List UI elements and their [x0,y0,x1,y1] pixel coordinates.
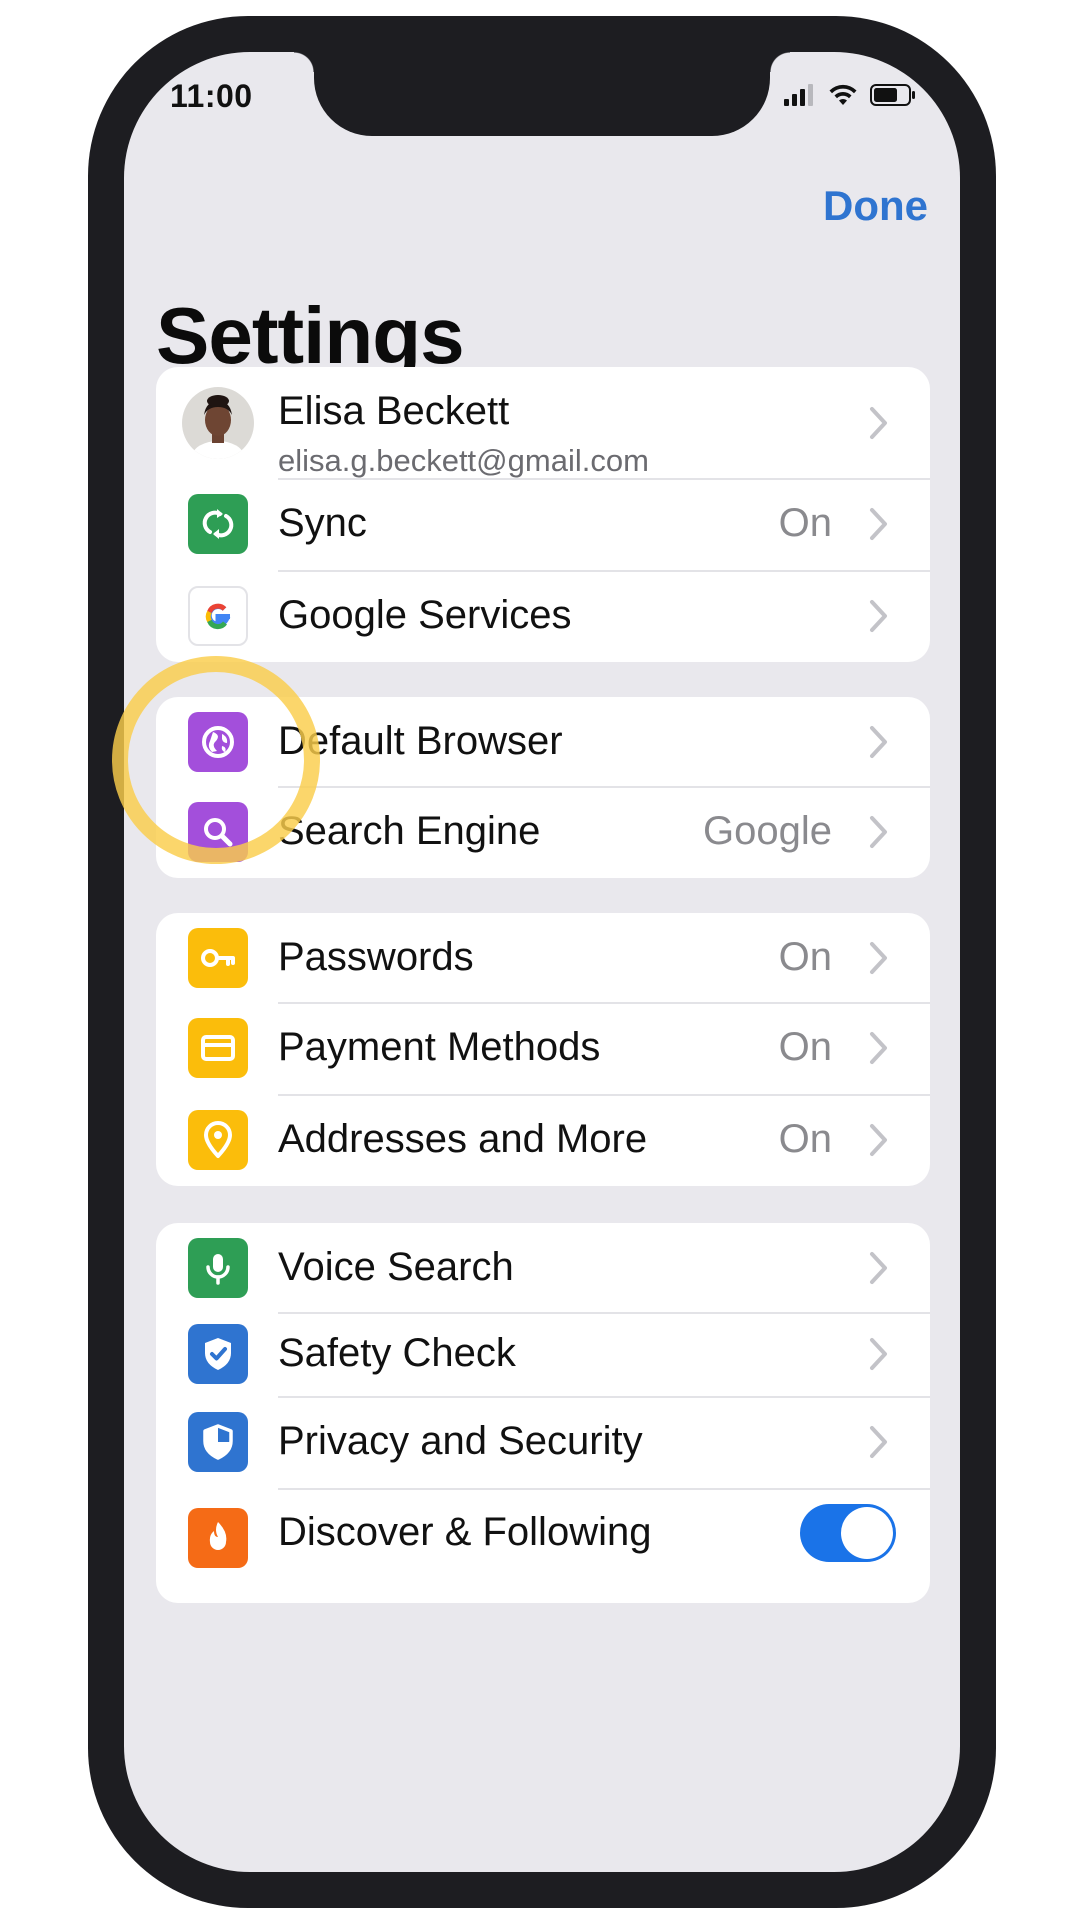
sync-value: On [778,501,832,545]
account-group: Elisa Beckett elisa.g.beckett@gmail.com … [156,367,930,662]
chevron-right-icon [870,1426,887,1458]
credit-card-icon [188,1018,248,1078]
chevron-right-icon [870,1032,887,1064]
chevron-right-icon [870,1338,887,1370]
safety-check-row[interactable]: Safety Check [156,1312,930,1396]
notch [294,52,790,136]
passwords-row[interactable]: Passwords On [156,913,930,1002]
discover-toggle[interactable] [800,1504,896,1562]
chevron-right-icon [870,1124,887,1156]
google-services-row[interactable]: Google Services [156,570,930,662]
discover-row[interactable]: Discover & Following [156,1488,930,1580]
toggle-knob [841,1507,893,1559]
payment-methods-label: Payment Methods [278,1025,601,1069]
chevron-right-icon [870,726,887,758]
addresses-value: On [778,1117,832,1161]
done-button[interactable]: Done [823,182,928,230]
profile-row[interactable]: Elisa Beckett elisa.g.beckett@gmail.com [156,367,930,478]
status-icons [784,84,916,106]
search-engine-label: Search Engine [278,809,541,853]
key-icon [188,928,248,988]
chevron-right-icon [870,600,887,632]
passwords-label: Passwords [278,935,474,979]
status-time: 11:00 [170,78,253,114]
shield-check-icon [188,1324,248,1384]
profile-name: Elisa Beckett [278,389,510,433]
chevron-right-icon [870,1252,887,1284]
payment-methods-value: On [778,1025,832,1069]
privacy-group: Voice Search Safety Check Privacy and Se… [156,1223,930,1603]
chevron-right-icon [870,942,887,974]
search-engine-value: Google [703,809,832,853]
avatar [182,387,254,459]
passwords-value: On [778,935,832,979]
profile-email: elisa.g.beckett@gmail.com [278,443,649,478]
chevron-right-icon [870,508,887,540]
cellular-signal-icon [784,84,813,106]
chevron-right-icon [870,816,887,848]
privacy-security-row[interactable]: Privacy and Security [156,1396,930,1488]
google-services-label: Google Services [278,593,572,637]
autofill-group: Passwords On Payment Methods On Addresse… [156,913,930,1186]
sync-row[interactable]: Sync On [156,478,930,570]
payment-methods-row[interactable]: Payment Methods On [156,1002,930,1094]
addresses-label: Addresses and More [278,1117,648,1161]
safety-check-label: Safety Check [278,1331,516,1375]
voice-search-label: Voice Search [278,1245,514,1289]
addresses-row[interactable]: Addresses and More On [156,1094,930,1186]
shield-icon [188,1412,248,1472]
tap-highlight-circle [112,656,320,864]
screen: 11:00 Done Settings Elisa Beckett elisa.… [124,52,960,1872]
flame-icon [188,1508,248,1568]
privacy-security-label: Privacy and Security [278,1419,643,1463]
sync-icon [188,494,248,554]
discover-label: Discover & Following [278,1510,652,1554]
location-pin-icon [188,1110,248,1170]
sync-label: Sync [278,501,367,545]
google-g-icon [188,586,248,646]
default-browser-label: Default Browser [278,719,563,763]
voice-search-row[interactable]: Voice Search [156,1223,930,1312]
phone-frame: 11:00 Done Settings Elisa Beckett elisa.… [88,16,996,1908]
wifi-icon [829,84,857,105]
microphone-icon [188,1238,248,1298]
chevron-right-icon [870,407,887,439]
battery-icon [870,84,915,106]
